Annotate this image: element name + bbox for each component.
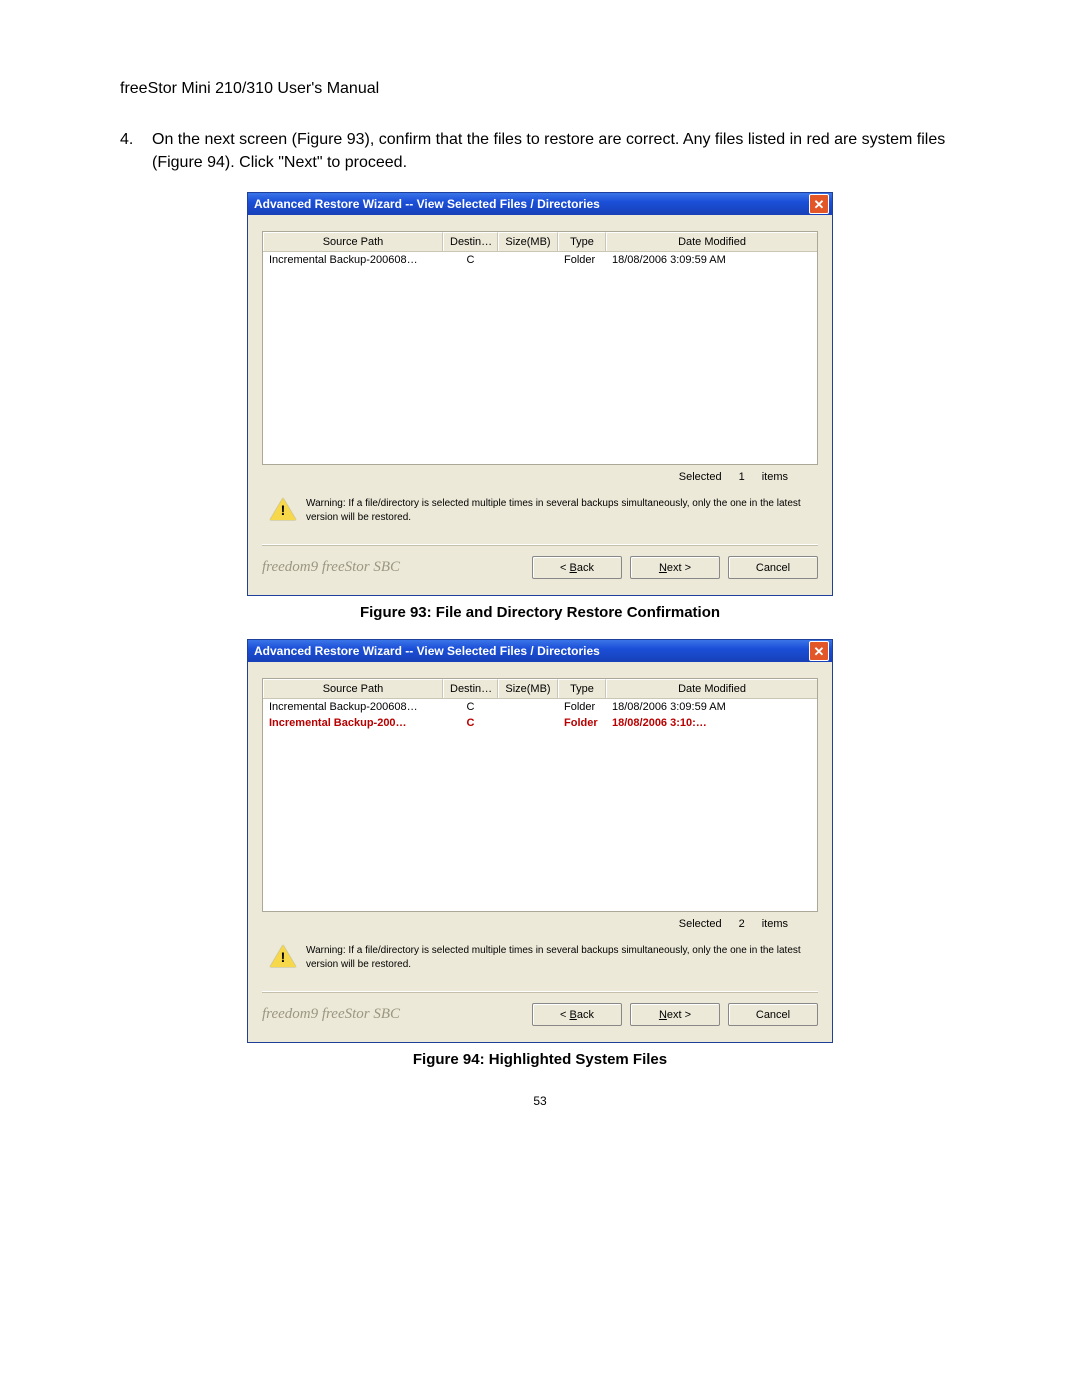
list-header: Source Path Destin… Size(MB) Type Date M…	[263, 232, 817, 252]
cell-size	[498, 700, 558, 714]
col-date-modified[interactable]: Date Modified	[606, 232, 817, 251]
cell-source-path: Incremental Backup-200608…	[263, 253, 443, 267]
back-button[interactable]: < Back	[532, 556, 622, 579]
restore-wizard-dialog-2: Advanced Restore Wizard -- View Selected…	[247, 639, 833, 1043]
close-icon[interactable]: ✕	[809, 641, 829, 661]
list-row-system[interactable]: Incremental Backup-200… C Folder 18/08/2…	[263, 715, 817, 731]
items-label: items	[762, 471, 788, 483]
cell-type: Folder	[558, 716, 606, 730]
brand-text: freedom9 freeStor SBC	[262, 1006, 400, 1023]
step-number: 4.	[120, 128, 152, 174]
list-body: Incremental Backup-200608… C Folder 18/0…	[263, 699, 817, 911]
file-listview[interactable]: Source Path Destin… Size(MB) Type Date M…	[262, 231, 818, 465]
cell-date: 18/08/2006 3:09:59 AM	[606, 700, 817, 714]
cell-destin: C	[443, 253, 498, 267]
selected-count: 2	[725, 918, 759, 930]
titlebar[interactable]: Advanced Restore Wizard -- View Selected…	[248, 640, 832, 662]
manual-title: freeStor Mini 210/310 User's Manual	[120, 80, 960, 98]
col-destin[interactable]: Destin…	[443, 679, 498, 698]
divider	[262, 991, 818, 993]
selected-label: Selected	[679, 918, 722, 930]
cell-date: 18/08/2006 3:10:…	[606, 716, 817, 730]
col-size-mb[interactable]: Size(MB)	[498, 232, 558, 251]
warning-row: ! Warning: If a file/directory is select…	[262, 483, 818, 530]
selected-count-line: Selected 2 items	[262, 912, 818, 930]
cell-size	[498, 716, 558, 730]
page-number: 53	[120, 1094, 960, 1108]
dialog-title: Advanced Restore Wizard -- View Selected…	[254, 644, 600, 658]
list-body: Incremental Backup-200608… C Folder 18/0…	[263, 252, 817, 464]
cell-destin: C	[443, 716, 498, 730]
cell-destin: C	[443, 700, 498, 714]
cell-type: Folder	[558, 700, 606, 714]
cell-source-path: Incremental Backup-200608…	[263, 700, 443, 714]
cell-size	[498, 253, 558, 267]
items-label: items	[762, 918, 788, 930]
cell-type: Folder	[558, 253, 606, 267]
restore-wizard-dialog-1: Advanced Restore Wizard -- View Selected…	[247, 192, 833, 596]
list-header: Source Path Destin… Size(MB) Type Date M…	[263, 679, 817, 699]
cell-date: 18/08/2006 3:09:59 AM	[606, 253, 817, 267]
col-size-mb[interactable]: Size(MB)	[498, 679, 558, 698]
warning-text: Warning: If a file/directory is selected…	[306, 944, 810, 971]
back-button[interactable]: < Back	[532, 1003, 622, 1026]
figure-93-caption: Figure 93: File and Directory Restore Co…	[120, 604, 960, 621]
titlebar[interactable]: Advanced Restore Wizard -- View Selected…	[248, 193, 832, 215]
col-type[interactable]: Type	[558, 232, 606, 251]
figure-94-caption: Figure 94: Highlighted System Files	[120, 1051, 960, 1068]
warning-icon: !	[270, 944, 296, 968]
file-listview[interactable]: Source Path Destin… Size(MB) Type Date M…	[262, 678, 818, 912]
list-row[interactable]: Incremental Backup-200608… C Folder 18/0…	[263, 699, 817, 715]
dialog-title: Advanced Restore Wizard -- View Selected…	[254, 197, 600, 211]
col-source-path[interactable]: Source Path	[263, 232, 443, 251]
next-button[interactable]: Next >	[630, 1003, 720, 1026]
cell-source-path: Incremental Backup-200…	[263, 716, 443, 730]
next-button[interactable]: Next >	[630, 556, 720, 579]
list-row[interactable]: Incremental Backup-200608… C Folder 18/0…	[263, 252, 817, 268]
step-item: 4. On the next screen (Figure 93), confi…	[120, 128, 960, 174]
warning-icon: !	[270, 497, 296, 521]
selected-label: Selected	[679, 471, 722, 483]
step-text: On the next screen (Figure 93), confirm …	[152, 128, 960, 174]
divider	[262, 544, 818, 546]
col-destin[interactable]: Destin…	[443, 232, 498, 251]
brand-text: freedom9 freeStor SBC	[262, 559, 400, 576]
selected-count-line: Selected 1 items	[262, 465, 818, 483]
warning-text: Warning: If a file/directory is selected…	[306, 497, 810, 524]
cancel-button[interactable]: Cancel	[728, 556, 818, 579]
selected-count: 1	[725, 471, 759, 483]
col-type[interactable]: Type	[558, 679, 606, 698]
cancel-button[interactable]: Cancel	[728, 1003, 818, 1026]
warning-row: ! Warning: If a file/directory is select…	[262, 930, 818, 977]
col-date-modified[interactable]: Date Modified	[606, 679, 817, 698]
col-source-path[interactable]: Source Path	[263, 679, 443, 698]
close-icon[interactable]: ✕	[809, 194, 829, 214]
